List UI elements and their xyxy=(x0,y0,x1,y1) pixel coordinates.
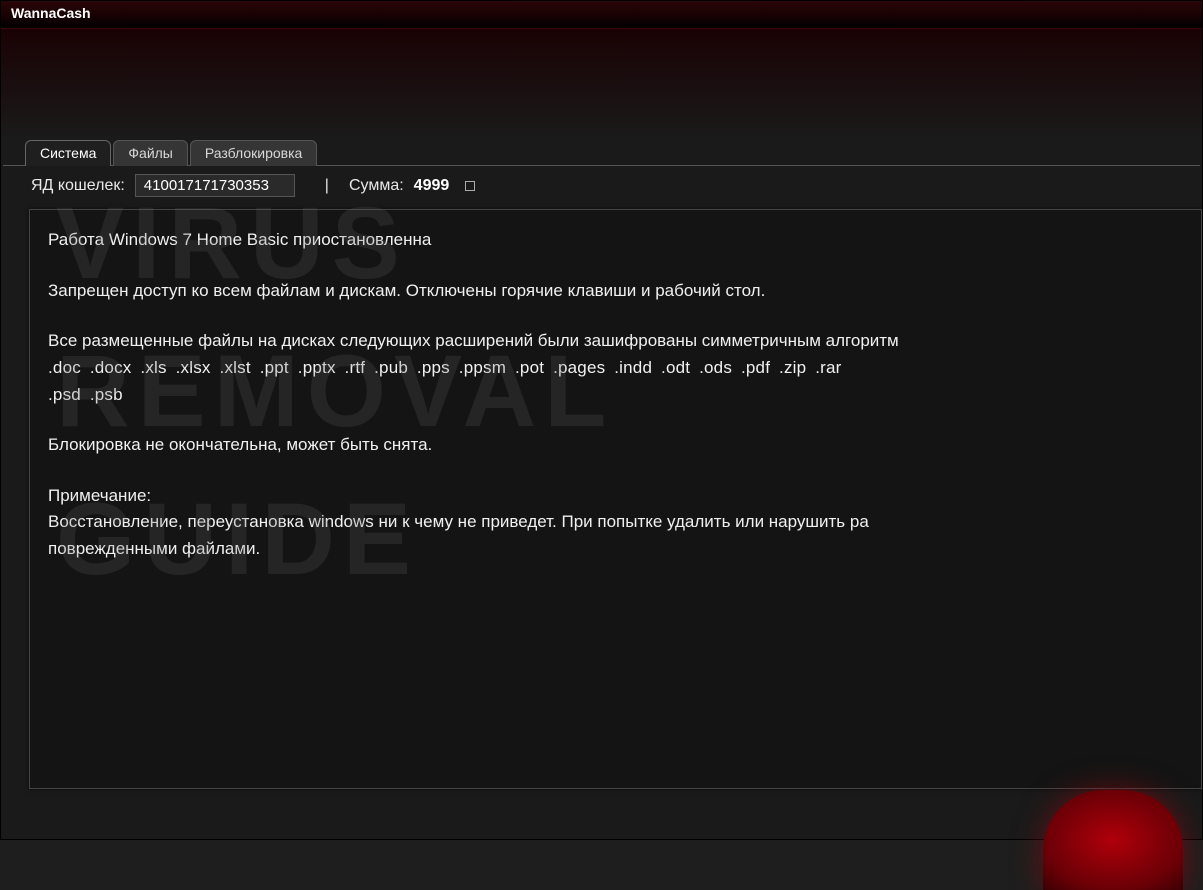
message-line-access: Запрещен доступ ко всем файлам и дискам.… xyxy=(48,279,1183,304)
sum-label: Сумма: xyxy=(349,177,404,195)
message-line-note-body-1: Восстановление, переустановка windows ни… xyxy=(48,510,1183,535)
window-title: WannaCash xyxy=(11,5,91,21)
header-banner-space xyxy=(1,29,1202,139)
message-line-title: Работа Windows 7 Home Basic приостановле… xyxy=(48,228,1183,253)
info-row: ЯД кошелек: | Сумма: 4999 xyxy=(3,165,1200,205)
tab-unlock[interactable]: Разблокировка xyxy=(190,140,317,166)
tab-system[interactable]: Система xyxy=(25,140,111,166)
ransom-message-box: Работа Windows 7 Home Basic приостановле… xyxy=(29,209,1202,789)
message-line-note-header: Примечание: xyxy=(48,484,1183,509)
message-line-encrypt-intro: Все размещенные файлы на дисках следующи… xyxy=(48,329,1183,354)
message-line-extensions-1: .doc .docx .xls .xlsx .xlst .ppt .pptx .… xyxy=(48,356,1183,381)
sum-value: 4999 xyxy=(414,177,450,195)
message-line-unlockable: Блокировка не окончательна, может быть с… xyxy=(48,433,1183,458)
tab-files[interactable]: Файлы xyxy=(113,140,187,166)
window-frame: WannaCash Система Файлы Разблокировка ЯД… xyxy=(0,0,1203,840)
title-bar: WannaCash xyxy=(1,1,1202,29)
tabs-row: Система Файлы Разблокировка xyxy=(1,139,1202,165)
message-line-note-body-2: поврежденными файлами. xyxy=(48,537,1183,562)
wallet-input[interactable] xyxy=(135,174,295,197)
divider-pipe: | xyxy=(305,177,339,195)
wallet-label: ЯД кошелек: xyxy=(31,177,125,195)
message-line-extensions-2: .psd .psb xyxy=(48,383,1183,408)
decorative-red-shape xyxy=(1043,790,1183,890)
currency-box-icon xyxy=(465,181,475,191)
